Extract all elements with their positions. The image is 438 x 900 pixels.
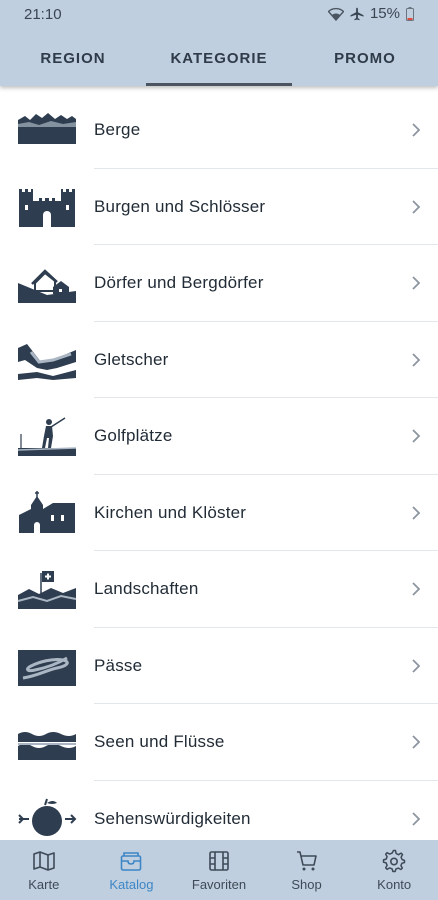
- tab-region[interactable]: REGION: [0, 30, 146, 86]
- chevron-right-icon: [412, 200, 421, 214]
- category-tabs: REGION KATEGORIE PROMO: [0, 30, 438, 86]
- list-item-label: Seen und Flüsse: [94, 732, 225, 752]
- list-item-landschaften[interactable]: Landschaften: [0, 551, 438, 628]
- bottom-navigation: Karte Katalog Favoriten Shop Konto: [0, 840, 438, 900]
- list-item-golf[interactable]: Golfplätze: [0, 398, 438, 475]
- castle-icon: [19, 188, 75, 227]
- lake-icon: [18, 732, 76, 761]
- mountain-icon: [18, 113, 76, 145]
- list-item-sehenswuerdigkeiten[interactable]: Sehenswürdigkeiten: [0, 781, 438, 841]
- app-header: 21:10 15% REGION KATEGORIE PROMO: [0, 0, 438, 86]
- nav-shop-label: Shop: [291, 876, 322, 892]
- landscape-flag-icon: [17, 571, 77, 610]
- nav-favoriten-label: Favoriten: [191, 876, 247, 892]
- film-icon: [209, 850, 229, 871]
- battery-percent: 15%: [369, 5, 400, 22]
- list-item-kirchen[interactable]: Kirchen und Klöster: [0, 475, 438, 551]
- nav-shop[interactable]: Shop: [263, 840, 351, 900]
- catalog-icon: [121, 851, 142, 871]
- nav-katalog[interactable]: Katalog: [88, 840, 176, 900]
- nav-katalog-label: Katalog: [109, 876, 154, 892]
- list-item-label: Golfplätze: [94, 426, 173, 446]
- mountain-pass-icon: [18, 649, 76, 686]
- status-icons: 15%: [327, 5, 414, 22]
- apple-arrow-icon: [18, 798, 77, 836]
- chevron-right-icon: [412, 735, 421, 749]
- chevron-right-icon: [412, 429, 421, 443]
- chevron-right-icon: [412, 276, 421, 290]
- list-item-label: Berge: [94, 120, 141, 140]
- tab-region-label: REGION: [40, 49, 106, 67]
- tab-kategorie-label: KATEGORIE: [170, 49, 268, 67]
- list-item-paesse[interactable]: Pässe: [0, 628, 438, 704]
- tab-kategorie[interactable]: KATEGORIE: [146, 30, 292, 86]
- list-item-berge[interactable]: Berge: [0, 92, 438, 169]
- list-item-label: Dörfer und Bergdörfer: [94, 273, 264, 293]
- village-icon: [18, 269, 76, 304]
- nav-konto[interactable]: Konto: [350, 840, 438, 900]
- chevron-right-icon: [412, 506, 421, 520]
- chevron-right-icon: [412, 582, 421, 596]
- chevron-right-icon: [412, 812, 421, 826]
- nav-karte-label: Karte: [28, 876, 60, 892]
- nav-favoriten[interactable]: Favoriten: [175, 840, 263, 900]
- list-item-label: Gletscher: [94, 349, 169, 369]
- tab-promo-label: PROMO: [334, 49, 396, 67]
- list-item-doerfer[interactable]: Dörfer und Bergdörfer: [0, 245, 438, 322]
- glacier-icon: [18, 343, 76, 380]
- map-icon: [32, 850, 55, 871]
- tab-promo[interactable]: PROMO: [292, 30, 438, 86]
- list-item-burgen[interactable]: Burgen und Schlösser: [0, 169, 438, 245]
- list-item-label: Landschaften: [94, 579, 199, 599]
- list-item-gletscher[interactable]: Gletscher: [0, 322, 438, 398]
- list-item-label: Pässe: [94, 655, 143, 675]
- status-time: 21:10: [24, 6, 62, 23]
- chevron-right-icon: [412, 659, 421, 673]
- list-item-label: Sehenswürdigkeiten: [94, 808, 251, 828]
- nav-karte[interactable]: Karte: [0, 840, 88, 900]
- list-item-seen[interactable]: Seen und Flüsse: [0, 704, 438, 781]
- nav-konto-label: Konto: [377, 876, 412, 892]
- chevron-right-icon: [412, 353, 421, 367]
- list-item-label: Kirchen und Klöster: [94, 502, 247, 522]
- airplane-mode-icon: [350, 7, 364, 20]
- category-list[interactable]: Berge Burgen und Schlösser Dörfer und Be…: [0, 92, 438, 840]
- list-item-label: Burgen und Schlösser: [94, 196, 266, 216]
- golfer-icon: [17, 417, 77, 457]
- chevron-right-icon: [412, 123, 421, 137]
- status-bar: 21:10 15%: [0, 0, 438, 30]
- church-icon: [19, 490, 75, 533]
- wifi-icon: [327, 7, 344, 21]
- battery-icon: [406, 6, 414, 21]
- cart-icon: [296, 850, 317, 870]
- gear-icon: [382, 849, 406, 872]
